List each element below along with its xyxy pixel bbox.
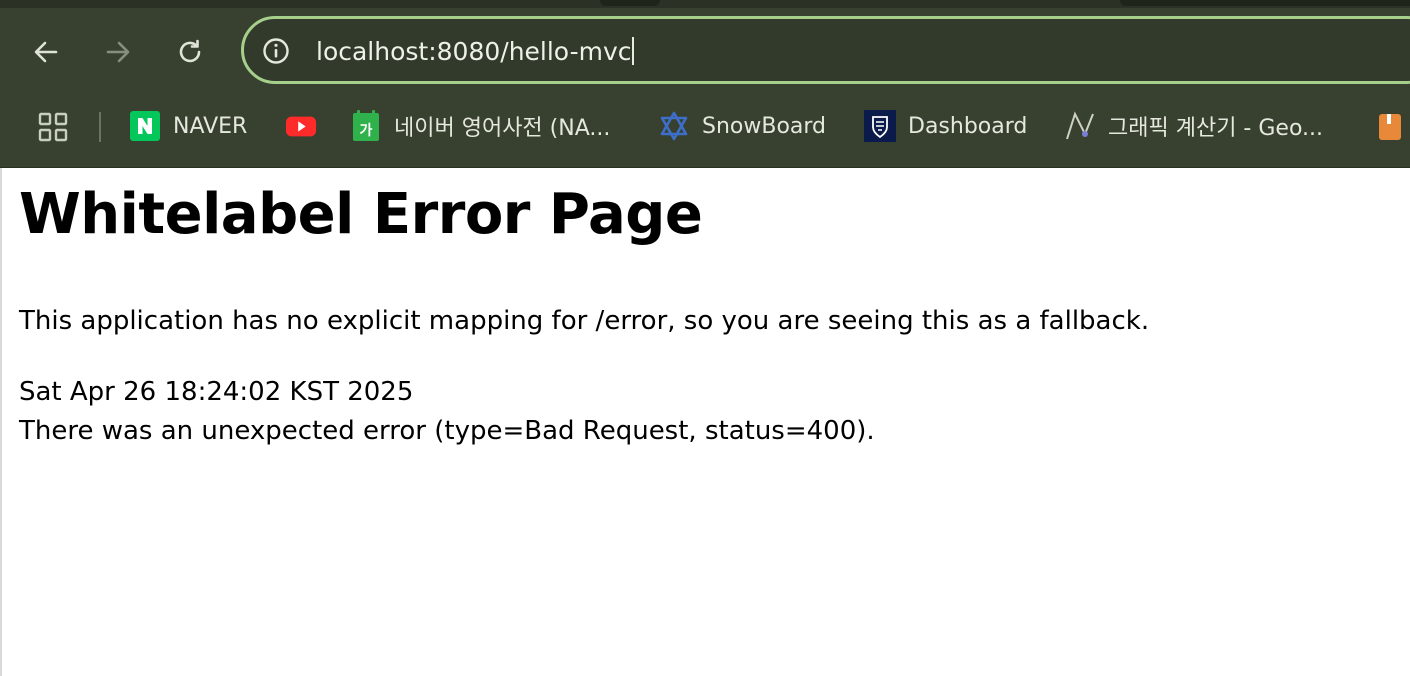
back-button[interactable] — [26, 32, 66, 72]
bookmark-label: NAVER — [173, 113, 248, 139]
bookmark-naver-dictionary[interactable]: 가 네이버 영어사전 (NA... — [350, 110, 610, 142]
naver-icon — [129, 110, 161, 142]
bookmark-folder[interactable] — [1374, 110, 1406, 142]
info-icon — [263, 38, 289, 64]
error-timestamp: Sat Apr 26 18:24:02 KST 2025 — [19, 377, 414, 407]
bookmark-geogebra[interactable]: 그래픽 계산기 - Geo... — [1064, 110, 1323, 142]
youtube-icon — [285, 110, 317, 142]
browser-toolbar: localhost:8080/hello-mvc NAVER 가 네이버 영어사… — [0, 0, 1410, 168]
geogebra-icon — [1064, 110, 1096, 142]
bookmarks-separator — [99, 112, 101, 142]
apps-grid-icon[interactable] — [38, 112, 68, 142]
naver-dictionary-icon: 가 — [350, 110, 382, 142]
bookmark-label: 네이버 영어사전 (NA... — [394, 116, 611, 141]
bookmark-label: 그래픽 계산기 - Geo... — [1108, 116, 1323, 141]
address-bar[interactable]: localhost:8080/hello-mvc — [241, 16, 1410, 84]
bookmark-label: Dashboard — [908, 113, 1028, 139]
page-content: Whitelabel Error Page This application h… — [0, 168, 1410, 676]
bookmark-label: SnowBoard — [702, 113, 827, 139]
bookmark-youtube[interactable] — [285, 110, 317, 142]
bookmark-naver[interactable]: NAVER — [129, 110, 247, 142]
reload-button[interactable] — [170, 32, 210, 72]
url-input[interactable]: localhost:8080/hello-mvc — [316, 37, 635, 67]
tab-strip — [0, 0, 1410, 8]
error-detail: There was an unexpected error (type=Bad … — [19, 416, 875, 446]
text-caret — [632, 37, 635, 65]
tab[interactable] — [600, 0, 660, 6]
bookmarks-bar: NAVER 가 네이버 영어사전 (NA... SnowBoard Dashbo… — [0, 100, 1410, 152]
reload-icon — [179, 39, 201, 63]
url-text: localhost:8080/hello-mvc — [316, 37, 632, 66]
error-description: This application has no explicit mapping… — [19, 306, 1150, 336]
bookmark-folder-icon — [1374, 110, 1406, 142]
arrow-left-icon — [34, 41, 58, 63]
star-of-david-icon — [658, 110, 690, 142]
site-info-button[interactable] — [262, 37, 290, 65]
svg-text:가: 가 — [360, 123, 373, 139]
arrow-right-icon — [106, 41, 130, 63]
university-crest-icon — [864, 110, 896, 142]
tab[interactable] — [1120, 0, 1410, 6]
bookmark-snowboard[interactable]: SnowBoard — [658, 110, 826, 142]
page-title: Whitelabel Error Page — [19, 182, 703, 247]
forward-button[interactable] — [98, 32, 138, 72]
bookmark-dashboard[interactable]: Dashboard — [864, 110, 1027, 142]
